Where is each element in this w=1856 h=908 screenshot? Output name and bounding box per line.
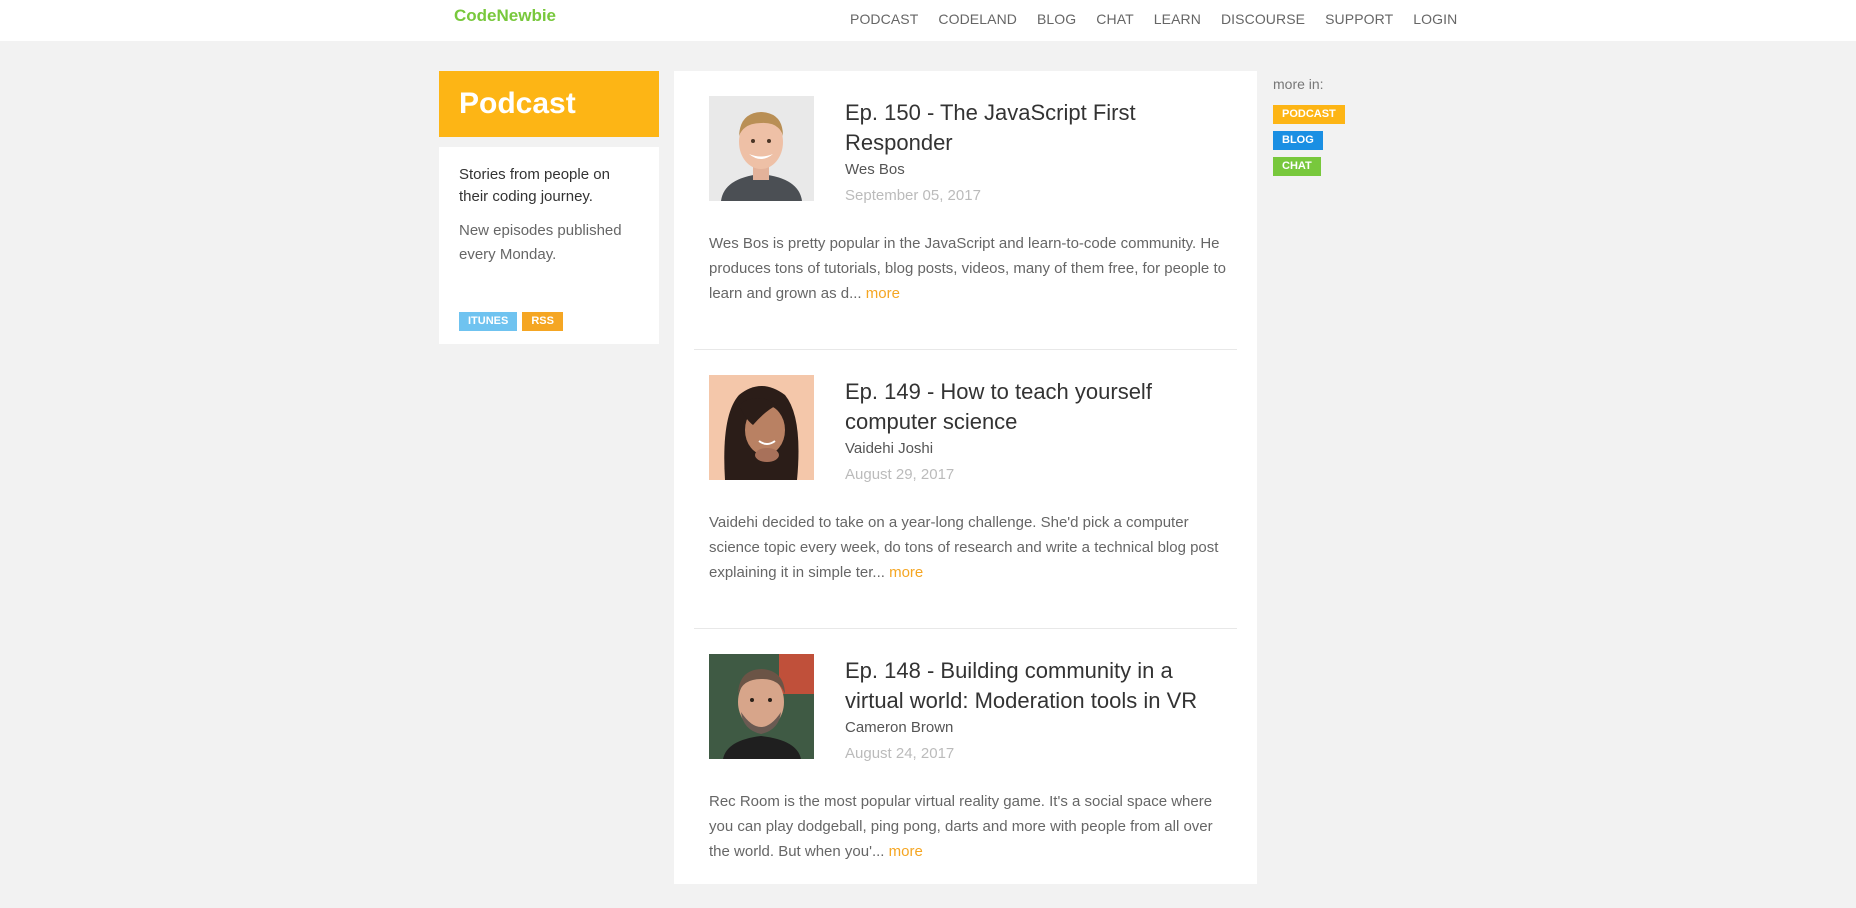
more-link[interactable]: more — [889, 843, 923, 860]
top-navbar: CodeNewbie PODCAST CODELAND BLOG CHAT LE… — [0, 0, 1856, 41]
episode-item: Ep. 149 - How to teach yourself computer… — [674, 350, 1257, 629]
episode-list: Ep. 150 - The JavaScript First Responder… — [674, 71, 1257, 884]
rss-badge[interactable]: RSS — [522, 312, 563, 331]
nav-codeland[interactable]: CODELAND — [938, 11, 1017, 27]
episode-title[interactable]: Ep. 150 - The JavaScript First Responder — [845, 98, 1225, 158]
main-nav: PODCAST CODELAND BLOG CHAT LEARN DISCOUR… — [850, 11, 1477, 27]
guest-photo-image — [709, 375, 814, 480]
chat-category-badge[interactable]: CHAT — [1273, 157, 1321, 176]
guest-photo-image — [709, 96, 814, 201]
more-link[interactable]: more — [866, 285, 900, 302]
episode-date: August 29, 2017 — [845, 466, 955, 483]
episode-description-text: Rec Room is the most popular virtual rea… — [709, 793, 1213, 860]
guest-photo[interactable] — [709, 96, 814, 201]
episode-date: September 05, 2017 — [845, 187, 981, 204]
nav-chat[interactable]: CHAT — [1096, 11, 1133, 27]
podcast-schedule: New episodes published every Monday. — [459, 222, 622, 263]
nav-discourse[interactable]: DISCOURSE — [1221, 11, 1305, 27]
episode-description-text: Vaidehi decided to take on a year-long c… — [709, 514, 1219, 581]
nav-support[interactable]: SUPPORT — [1325, 11, 1393, 27]
podcast-info-card: Stories from people on their coding jour… — [439, 147, 659, 344]
podcast-category-badge[interactable]: PODCAST — [1273, 105, 1345, 124]
nav-blog[interactable]: BLOG — [1037, 11, 1076, 27]
episode-item: Ep. 150 - The JavaScript First Responder… — [674, 71, 1257, 350]
nav-podcast[interactable]: PODCAST — [850, 11, 918, 27]
codenewbie-logo[interactable]: CodeNewbie — [454, 6, 556, 26]
episode-title[interactable]: Ep. 148 - Building community in a virtua… — [845, 656, 1225, 716]
episode-description-text: Wes Bos is pretty popular in the JavaScr… — [709, 235, 1226, 302]
episode-description: Vaidehi decided to take on a year-long c… — [709, 510, 1229, 585]
nav-learn[interactable]: LEARN — [1154, 11, 1201, 27]
blog-category-badge[interactable]: BLOG — [1273, 131, 1323, 150]
episode-description: Rec Room is the most popular virtual rea… — [709, 789, 1229, 864]
more-link[interactable]: more — [889, 564, 923, 581]
podcast-tagline: Stories from people on their coding jour… — [459, 166, 610, 205]
itunes-badge[interactable]: ITUNES — [459, 312, 518, 331]
guest-photo-image — [709, 654, 814, 759]
episode-guest: Vaidehi Joshi — [845, 440, 934, 457]
podcast-section-header: Podcast — [439, 71, 659, 137]
nav-login[interactable]: LOGIN — [1413, 11, 1457, 27]
guest-photo[interactable] — [709, 375, 814, 480]
episode-guest: Wes Bos — [845, 161, 905, 178]
episode-guest: Cameron Brown — [845, 719, 954, 736]
more-in-label: more in: — [1273, 76, 1324, 92]
page-title: Podcast — [459, 87, 576, 120]
episode-date: August 24, 2017 — [845, 745, 955, 762]
episode-description: Wes Bos is pretty popular in the JavaScr… — [709, 231, 1229, 306]
episode-title[interactable]: Ep. 149 - How to teach yourself computer… — [845, 377, 1225, 437]
category-badges: PODCAST BLOG CHAT — [1273, 105, 1345, 176]
subscribe-badges: ITUNES RSS — [459, 312, 563, 331]
episode-item: Ep. 148 - Building community in a virtua… — [674, 629, 1257, 908]
guest-photo[interactable] — [709, 654, 814, 759]
